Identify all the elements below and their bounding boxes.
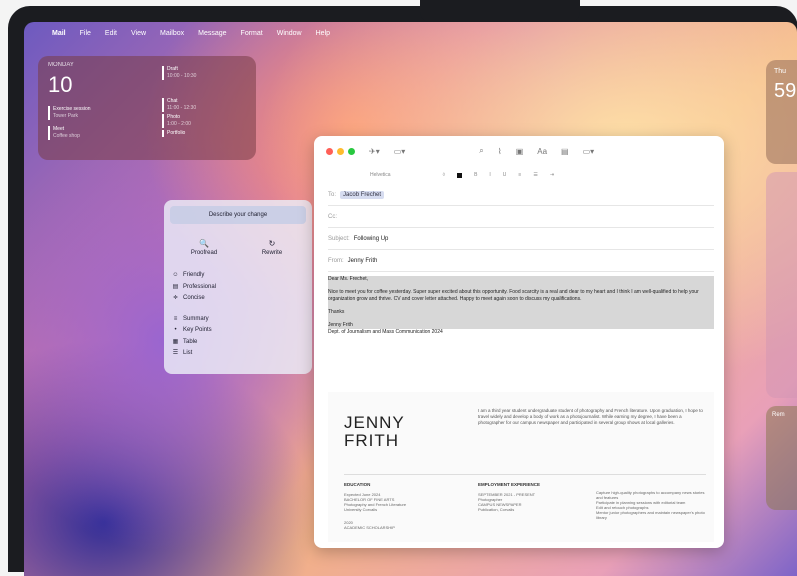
zoom-button[interactable] [348, 147, 355, 155]
tone-concise[interactable]: ≑ Concise [172, 294, 205, 302]
minimize-button[interactable] [337, 147, 344, 155]
calendar-event[interactable]: Meet Coffee shop [48, 126, 80, 140]
from-field[interactable]: From: Jenny Frith [328, 250, 714, 272]
signature-dept: Dept. of Journalism and Mass Communicati… [328, 329, 443, 335]
tone-professional[interactable]: ▤ Professional [172, 283, 216, 291]
desktop-screen: Mail File Edit View Mailbox Message Form… [24, 22, 797, 576]
concise-icon: ≑ [172, 295, 179, 301]
weather-day: Thu [774, 68, 787, 75]
calendar-event[interactable]: Draft 10:00 - 10:30 [162, 66, 196, 80]
font-size-select[interactable]: ◊ [443, 172, 445, 178]
employment-text: SEPTEMBER 2021 - PRESENT Photographer CA… [478, 492, 536, 512]
menu-bar: Mail File Edit View Mailbox Message Form… [24, 22, 797, 44]
menu-help[interactable]: Help [316, 30, 330, 37]
camera-notch [420, 0, 580, 22]
education-text: Expected June 2024 BACHELOR OF FINE ARTS… [344, 492, 407, 512]
reminders-title: Rem [772, 412, 785, 418]
format-summary[interactable]: ≡ Summary [172, 316, 209, 322]
greeting: Dear Ms. Frechet, [328, 276, 369, 282]
close-button[interactable] [326, 147, 333, 155]
menu-mailbox[interactable]: Mailbox [160, 30, 184, 37]
weather-widget[interactable]: Thu 59 [766, 60, 797, 164]
italic-button[interactable]: I [489, 172, 490, 178]
education-text-2: 2020 ACADEMIC SCHOLARSHIP [344, 520, 395, 530]
subject-field[interactable]: Subject: Following Up [328, 228, 714, 250]
cc-field[interactable]: Cc: [328, 206, 714, 228]
menu-message[interactable]: Message [198, 30, 226, 37]
menu-app-name[interactable]: Mail [52, 30, 66, 37]
indent-button[interactable]: ⇥ [550, 172, 554, 178]
recipient-chip[interactable]: Jacob Frechet [340, 190, 385, 199]
bullet-icon: • [174, 327, 177, 333]
menu-file[interactable]: File [80, 30, 91, 37]
briefcase-icon: ▤ [172, 284, 179, 290]
photo-widget[interactable] [766, 172, 797, 398]
table-icon: ▦ [172, 339, 179, 345]
markup-icon[interactable]: ▭▾ [583, 147, 595, 156]
employment-heading: EMPLOYMENT EXPERIENCE [478, 482, 541, 487]
calendar-day: MONDAY [48, 62, 74, 68]
calendar-event[interactable]: Chat 11:00 - 12:30 [162, 98, 196, 112]
proofread-button[interactable]: 🔍 Proofread [174, 230, 234, 264]
smile-icon: ☺ [172, 272, 179, 278]
menu-view[interactable]: View [131, 30, 146, 37]
mail-compose-window: ✈▾ ▭▾ ⌕ ⌇ ▣ Aa ▤ ▭▾ Helvetica ◊ B I U ≡ … [314, 136, 724, 548]
format-key-points[interactable]: • Key Points [172, 327, 211, 333]
search-icon[interactable]: ⌕ [479, 146, 483, 156]
list-icon: ☰ [172, 350, 179, 356]
education-heading: EDUCATION [344, 482, 371, 487]
mail-body[interactable]: Dear Ms. Frechet, Nice to meet you for c… [328, 276, 714, 336]
employment-bullets: Capture high-quality photographs to acco… [596, 490, 705, 520]
format-table[interactable]: ▦ Table [172, 338, 198, 346]
calendar-event[interactable]: Portfolio [162, 130, 185, 137]
reminders-widget[interactable]: Rem [766, 406, 797, 510]
writing-tools-panel: Describe your change 🔍 Proofread ↻ Rewri… [164, 200, 312, 374]
text-format-icon[interactable]: Aa [537, 147, 547, 156]
window-controls [326, 147, 355, 155]
resume-bio: I am a third year student undergraduate … [478, 408, 703, 425]
tone-friendly[interactable]: ☺ Friendly [172, 272, 204, 278]
summary-icon: ≡ [173, 316, 178, 322]
rewrite-icon: ↻ [268, 238, 276, 248]
menu-format[interactable]: Format [241, 30, 263, 37]
calendar-event[interactable]: Exercise session Tower Park [48, 106, 91, 120]
font-select[interactable]: Helvetica [370, 172, 391, 178]
header-fields-icon[interactable]: ▭▾ [394, 147, 406, 156]
list-button[interactable]: ☰ [533, 172, 537, 178]
calendar-event[interactable]: Photo 1:00 - 2:00 [162, 114, 191, 128]
resume-attachment[interactable]: JENNY FRITH I am a third year student un… [328, 392, 714, 542]
photo-icon[interactable]: ▤ [561, 147, 569, 156]
closing: Thanks [328, 309, 345, 315]
align-button[interactable]: ≡ [518, 172, 521, 178]
format-bar: Helvetica ◊ B I U ≡ ☰ ⇥ [314, 168, 724, 182]
calendar-date: 10 [48, 72, 73, 97]
bold-button[interactable]: B [474, 172, 477, 178]
menu-edit[interactable]: Edit [105, 30, 117, 37]
rewrite-button[interactable]: ↻ Rewrite [242, 230, 302, 264]
format-list[interactable]: ☰ List [172, 349, 193, 357]
send-icon[interactable]: ✈▾ [369, 147, 380, 156]
selected-text[interactable]: Dear Ms. Frechet, Nice to meet you for c… [328, 276, 714, 329]
menu-window[interactable]: Window [277, 30, 302, 37]
magnifier-icon: 🔍 [199, 238, 209, 248]
underline-button[interactable]: U [503, 172, 507, 178]
photo-browser-icon[interactable]: ▣ [516, 147, 524, 156]
body-paragraph: Nice to meet you for coffee yesterday. S… [328, 289, 699, 302]
resume-divider [344, 474, 706, 475]
weather-temp: 59 [774, 80, 797, 102]
describe-change-input[interactable]: Describe your change [170, 206, 306, 224]
signature-name: Jenny Frith [328, 322, 353, 328]
attachment-icon[interactable]: ⌇ [498, 147, 502, 156]
to-field[interactable]: To: Jacob Frechet [328, 184, 714, 206]
calendar-widget[interactable]: MONDAY 10 Exercise session Tower Park Me… [38, 56, 256, 160]
color-swatch[interactable] [457, 172, 463, 178]
mail-toolbar: ✈▾ ▭▾ ⌕ ⌇ ▣ Aa ▤ ▭▾ [314, 136, 724, 166]
resume-name: JENNY FRITH [344, 413, 405, 450]
